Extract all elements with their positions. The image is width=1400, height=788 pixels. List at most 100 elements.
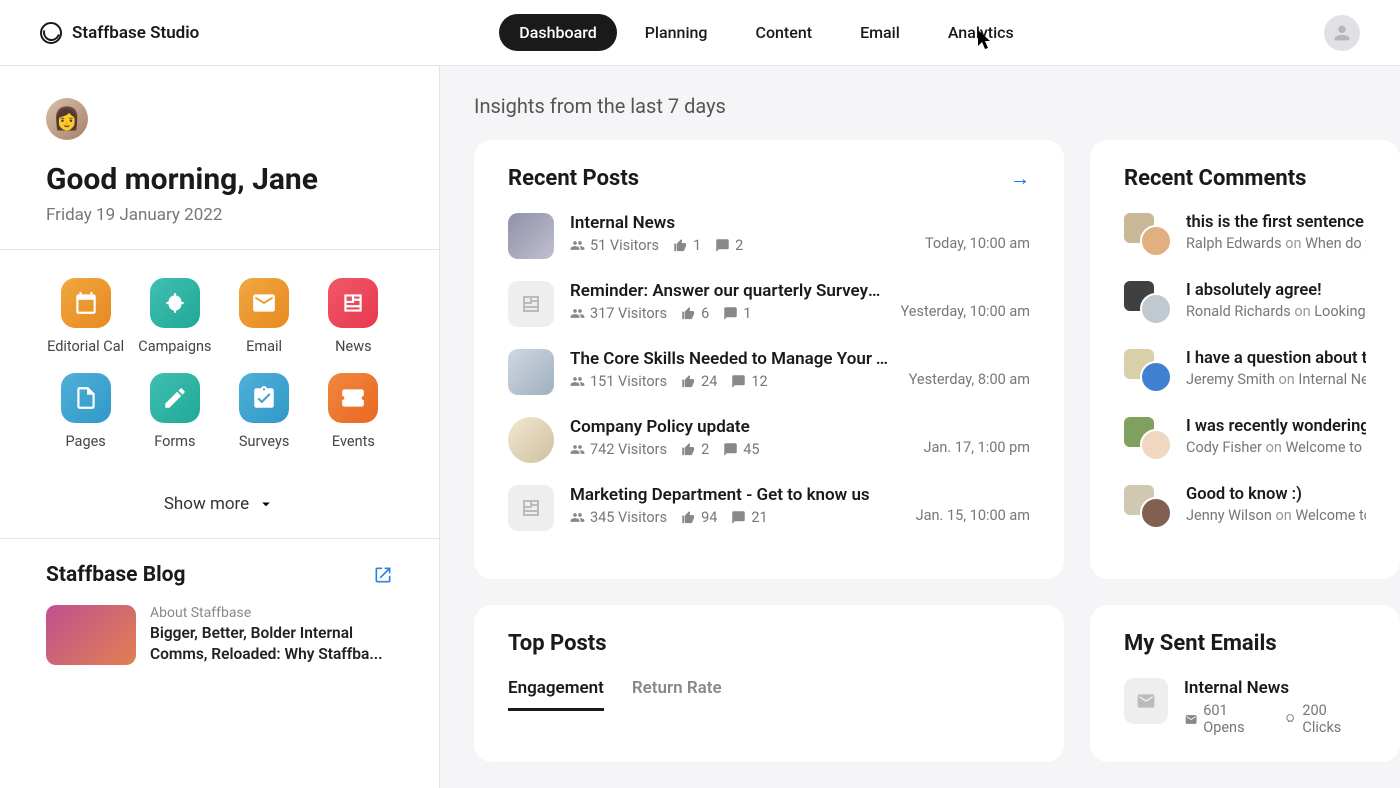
email-meta: 601 Opens 200 Clicks (1184, 702, 1366, 736)
user-avatar[interactable] (1324, 15, 1360, 51)
opens-icon (1184, 713, 1198, 726)
post-meta: 51 Visitors 1 2 (570, 237, 909, 254)
post-row[interactable]: Internal News 51 Visitors 1 2 Today, 10:… (508, 213, 1030, 259)
visitors-icon (570, 238, 585, 253)
post-title: Internal News (570, 213, 909, 233)
comments-icon (723, 442, 738, 457)
quick-link-label: Pages (65, 433, 105, 450)
post-title: Company Policy update (570, 417, 908, 437)
megaphone-icon (150, 278, 200, 328)
brand-label: Staffbase Studio (72, 23, 199, 43)
post-row[interactable]: Marketing Department - Get to know us 34… (508, 485, 1030, 531)
comment-text: I have a question about this (1186, 349, 1366, 368)
likes-icon (681, 510, 696, 525)
post-row[interactable]: Company Policy update 742 Visitors 2 45 … (508, 417, 1030, 463)
brand[interactable]: Staffbase Studio (40, 22, 199, 44)
post-title: The Core Skills Needed to Manage Your Te… (570, 349, 893, 369)
email-thumbnail (1124, 678, 1168, 724)
post-title: Marketing Department - Get to know us (570, 485, 900, 505)
quick-link-label: Editorial Cal (47, 338, 124, 355)
quick-link-label: News (335, 338, 371, 355)
email-title: Internal News (1184, 678, 1366, 698)
quick-link-surveys[interactable]: Surveys (225, 373, 304, 450)
blog-thumbnail (46, 605, 136, 665)
quick-link-pages[interactable]: Pages (46, 373, 125, 450)
post-thumbnail (508, 281, 554, 327)
post-row[interactable]: Reminder: Answer our quarterly Survey un… (508, 281, 1030, 327)
post-thumbnail (508, 213, 554, 259)
recent-posts-title: Recent Posts (508, 166, 639, 191)
nav-analytics[interactable]: Analytics (928, 14, 1034, 51)
nav-dashboard[interactable]: Dashboard (499, 14, 616, 51)
comment-text: I was recently wondering ab (1186, 417, 1366, 436)
likes-icon (681, 374, 696, 389)
comment-row[interactable]: this is the first sentence of t Ralph Ed… (1124, 213, 1366, 257)
person-icon (1331, 22, 1353, 44)
main-nav: DashboardPlanningContentEmailAnalytics (499, 14, 1033, 51)
nav-content[interactable]: Content (736, 14, 833, 51)
likes-icon (681, 306, 696, 321)
visitors-icon (570, 374, 585, 389)
comment-meta: Ronald Richards on Looking tow (1186, 303, 1366, 320)
visitors-icon (570, 510, 585, 525)
post-thumbnail (508, 417, 554, 463)
blog-headline: Bigger, Better, Bolder Internal Comms, R… (150, 623, 393, 665)
comment-avatars (1124, 213, 1172, 257)
post-thumbnail (508, 485, 554, 531)
news-icon (328, 278, 378, 328)
top-posts-title: Top Posts (508, 631, 1030, 656)
survey-icon (239, 373, 289, 423)
email-row[interactable]: Internal News 601 Opens 200 Clicks (1124, 678, 1366, 736)
external-link-icon[interactable] (373, 565, 393, 585)
comment-meta: Jeremy Smith on Internal News (1186, 371, 1366, 388)
page-icon (61, 373, 111, 423)
quick-link-label: Events (332, 433, 375, 450)
quick-link-news[interactable]: News (314, 278, 393, 355)
form-icon (150, 373, 200, 423)
clicks-icon (1283, 713, 1297, 726)
comment-avatars (1124, 281, 1172, 325)
quick-link-editorial-cal[interactable]: Editorial Cal (46, 278, 125, 355)
ticket-icon (328, 373, 378, 423)
nav-email[interactable]: Email (840, 14, 920, 51)
comment-row[interactable]: I absolutely agree! Ronald Richards on L… (1124, 281, 1366, 325)
sent-emails-card: My Sent Emails Internal News 601 Opens 2… (1090, 605, 1400, 762)
tab-return-rate[interactable]: Return Rate (632, 678, 722, 711)
date-text: Friday 19 January 2022 (46, 205, 393, 225)
nav-planning[interactable]: Planning (625, 14, 728, 51)
greeting-text: Good morning, Jane (46, 162, 393, 197)
main-content: Insights from the last 7 days Recent Pos… (440, 66, 1400, 788)
profile-avatar[interactable]: 👩 (46, 98, 88, 140)
quick-link-label: Forms (154, 433, 195, 450)
comments-icon (723, 306, 738, 321)
comment-avatars (1124, 417, 1172, 461)
sidebar: 👩 Good morning, Jane Friday 19 January 2… (0, 66, 440, 788)
comment-meta: Cody Fisher on Welcome to you (1186, 439, 1366, 456)
quick-link-campaigns[interactable]: Campaigns (135, 278, 214, 355)
comment-row[interactable]: I was recently wondering ab Cody Fisher … (1124, 417, 1366, 461)
blog-section: Staffbase Blog About Staffbase Bigger, B… (0, 539, 439, 689)
tab-engagement[interactable]: Engagement (508, 678, 604, 711)
quick-link-label: Email (246, 338, 282, 355)
blog-category: About Staffbase (150, 605, 393, 621)
arrow-right-icon[interactable]: → (1010, 166, 1030, 191)
post-meta: 742 Visitors 2 45 (570, 441, 908, 458)
recent-comments-card: Recent Comments this is the first senten… (1090, 140, 1400, 579)
comments-icon (731, 374, 746, 389)
blog-item[interactable]: About Staffbase Bigger, Better, Bolder I… (46, 605, 393, 665)
likes-icon (681, 442, 696, 457)
likes-icon (673, 238, 688, 253)
recent-comments-title: Recent Comments (1124, 166, 1306, 191)
comment-avatars (1124, 349, 1172, 393)
blog-title: Staffbase Blog (46, 563, 186, 587)
quick-link-forms[interactable]: Forms (135, 373, 214, 450)
quick-link-email[interactable]: Email (225, 278, 304, 355)
show-more-button[interactable]: Show more (0, 484, 439, 538)
top-posts-tabs: Engagement Return Rate (508, 678, 1030, 712)
comment-row[interactable]: Good to know :) Jenny Wilson on Welcome … (1124, 485, 1366, 529)
quick-link-events[interactable]: Events (314, 373, 393, 450)
mail-icon (239, 278, 289, 328)
recent-posts-card: Recent Posts → Internal News 51 Visitors… (474, 140, 1064, 579)
post-row[interactable]: The Core Skills Needed to Manage Your Te… (508, 349, 1030, 395)
comment-row[interactable]: I have a question about this Jeremy Smit… (1124, 349, 1366, 393)
